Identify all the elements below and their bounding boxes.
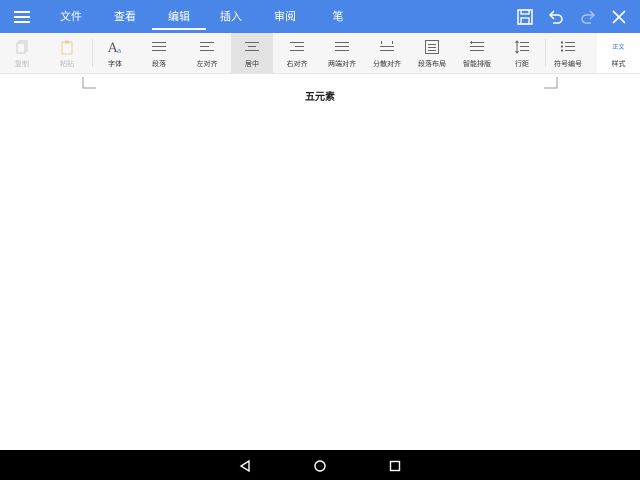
justify-button[interactable]: 两端对齐 [321, 33, 363, 73]
align-right-icon [289, 39, 305, 55]
back-icon[interactable] [238, 458, 252, 473]
paragraph-icon [151, 39, 167, 55]
align-right-label: 右对齐 [286, 60, 308, 68]
font-button[interactable]: A a 字体 [94, 33, 136, 73]
undo-icon[interactable] [545, 6, 567, 28]
distributed-label: 分散对齐 [373, 60, 401, 68]
align-left-icon [199, 39, 215, 55]
font-label: 字体 [108, 60, 122, 68]
smart-layout-label: 智能排版 [463, 60, 491, 68]
page-margin-corner-left [82, 74, 96, 89]
font-icon: A a [107, 39, 123, 56]
page-margin-corner-right [544, 74, 558, 89]
paragraph-layout-icon [424, 39, 440, 55]
edit-ribbon: 复制 粘贴 A a 字体 段落 左对齐 居中 右对齐 两端对齐 分散对齐 段落布… [0, 33, 640, 74]
style-button[interactable]: 正文 样式 [597, 33, 640, 73]
distributed-button[interactable]: 分散对齐 [366, 33, 408, 73]
line-spacing-button[interactable]: 行距 [501, 33, 543, 73]
paragraph-label: 段落 [152, 60, 166, 68]
align-right-button[interactable]: 右对齐 [276, 33, 318, 73]
align-left-button[interactable]: 左对齐 [186, 33, 228, 73]
tab-review[interactable]: 审阅 [268, 0, 302, 33]
copy-label: 复制 [15, 60, 29, 68]
style-preview: 正文 [612, 44, 625, 51]
redo-icon[interactable] [577, 6, 599, 28]
close-icon[interactable] [608, 6, 630, 28]
paste-label: 粘贴 [60, 60, 74, 68]
style-label: 样式 [611, 60, 626, 68]
ribbon-divider [92, 39, 93, 67]
copy-icon [14, 39, 30, 55]
bullets-numbering-button[interactable]: 符号编号 [547, 33, 589, 73]
tab-edit[interactable]: 编辑 [152, 0, 206, 33]
save-icon[interactable] [514, 6, 536, 28]
align-center-icon [244, 39, 260, 55]
tab-pen[interactable]: 笔 [326, 0, 350, 33]
smart-layout-button[interactable]: 智能排版 [456, 33, 498, 73]
paragraph-layout-button[interactable]: 段落布局 [411, 33, 453, 73]
tab-file[interactable]: 文件 [54, 0, 88, 33]
document-page[interactable]: 五元素 [0, 74, 640, 450]
tab-insert[interactable]: 插入 [214, 0, 248, 33]
paste-icon [59, 39, 75, 55]
justify-label: 两端对齐 [328, 60, 356, 68]
paste-button[interactable]: 粘贴 [46, 33, 88, 73]
top-app-bar: 文件 查看 编辑 插入 审阅 笔 [0, 0, 640, 33]
system-navigation-bar [0, 450, 640, 480]
justify-icon [334, 39, 350, 55]
paragraph-button[interactable]: 段落 [138, 33, 180, 73]
copy-button[interactable]: 复制 [1, 33, 43, 73]
paragraph-layout-label: 段落布局 [418, 60, 446, 68]
svg-text:a: a [117, 47, 121, 55]
align-center-label: 居中 [245, 60, 259, 68]
hamburger-menu-icon[interactable] [8, 6, 36, 28]
distributed-icon [379, 39, 395, 55]
bullets-icon [560, 39, 576, 55]
line-spacing-icon [514, 39, 530, 55]
recents-icon[interactable] [388, 458, 402, 472]
bullets-numbering-label: 符号编号 [554, 60, 582, 68]
align-left-label: 左对齐 [196, 60, 218, 68]
home-icon[interactable] [313, 458, 327, 472]
align-center-button[interactable]: 居中 [231, 33, 273, 73]
line-spacing-label: 行距 [515, 60, 529, 68]
ribbon-divider [545, 39, 546, 67]
tab-view[interactable]: 查看 [106, 0, 144, 33]
smart-layout-icon [469, 39, 485, 55]
document-title-text: 五元素 [305, 92, 335, 103]
